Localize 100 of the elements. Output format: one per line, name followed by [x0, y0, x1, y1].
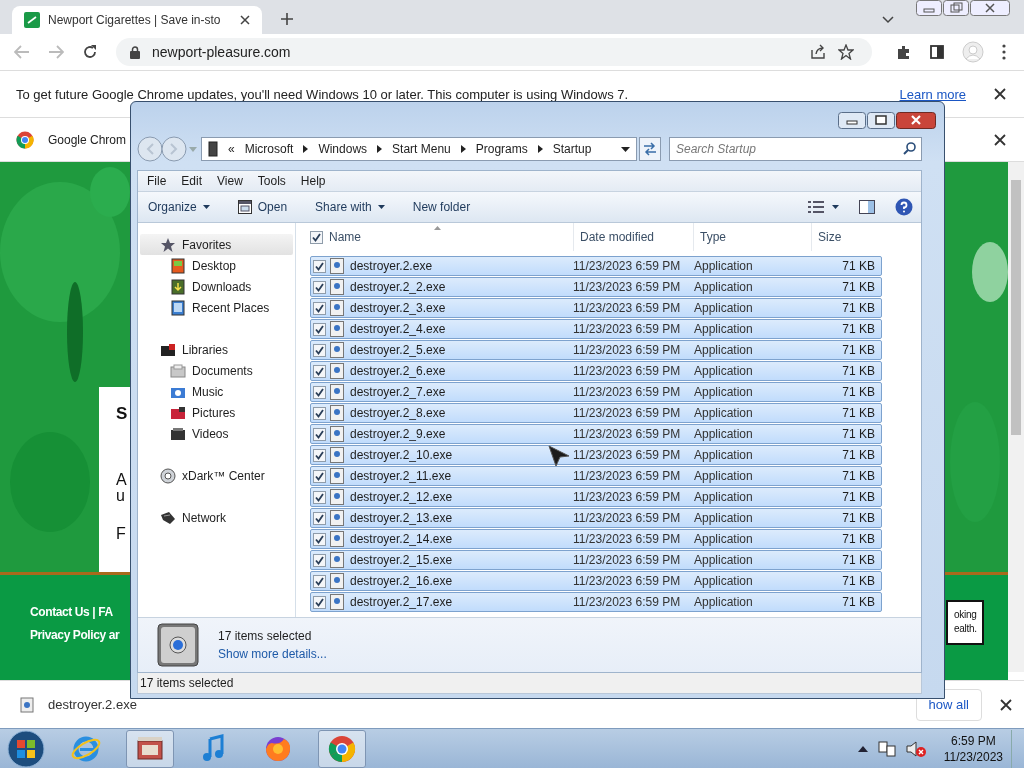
column-header[interactable]: Size [812, 223, 876, 251]
checkbox[interactable] [313, 385, 326, 399]
start-orb-icon[interactable] [6, 728, 46, 768]
close-icon[interactable] [240, 15, 250, 25]
view-list-icon[interactable] [808, 201, 824, 213]
file-row[interactable]: destroyer.2_10.exe 11/23/2023 6:59 PM Application 71 KB [310, 445, 882, 465]
file-row[interactable]: destroyer.2_13.exe 11/23/2023 6:59 PM Application 71 KB [310, 508, 882, 528]
share-icon[interactable] [810, 44, 826, 60]
file-row[interactable]: destroyer.2_12.exe 11/23/2023 6:59 PM Application 71 KB [310, 487, 882, 507]
nav-item[interactable]: Libraries [140, 339, 293, 360]
breadcrumb-item[interactable]: Windows [318, 142, 368, 156]
chevron-right-icon[interactable] [537, 145, 543, 153]
toolbar-button[interactable]: Open [237, 200, 288, 214]
more-icon[interactable] [1002, 44, 1006, 60]
breadcrumb-item[interactable]: Microsoft [244, 142, 294, 156]
footer-link[interactable]: Contact Us | FA [30, 605, 113, 619]
checkbox[interactable] [313, 532, 326, 546]
column-header[interactable]: Name [329, 230, 361, 244]
breadcrumb-item[interactable]: Start Menu [392, 142, 451, 156]
checkbox[interactable] [313, 553, 326, 567]
file-row[interactable]: destroyer.2.exe 11/23/2023 6:59 PM Application 71 KB [310, 256, 882, 276]
file-row[interactable]: destroyer.2_15.exe 11/23/2023 6:59 PM Application 71 KB [310, 550, 882, 570]
learn-more-link[interactable]: Learn more [899, 86, 966, 102]
checkbox[interactable] [313, 511, 326, 525]
nav-item[interactable]: xDark™ Center [140, 465, 293, 486]
chevron-down-icon[interactable] [882, 16, 894, 24]
file-row[interactable]: destroyer.2_2.exe 11/23/2023 6:59 PM Application 71 KB [310, 277, 882, 297]
nav-item[interactable]: Music [140, 381, 293, 402]
close-icon[interactable] [994, 88, 1006, 100]
caret-icon[interactable] [832, 205, 839, 209]
network-icon[interactable] [877, 739, 896, 758]
address-bar[interactable]: newport-pleasure.com [116, 38, 872, 66]
menu-item[interactable]: Edit [181, 174, 203, 188]
menu-item[interactable]: File [147, 174, 167, 188]
chevron-right-icon[interactable] [377, 145, 383, 153]
address-bar[interactable]: « Microsoft Windows Start Menu Programs Startup [201, 137, 637, 161]
checkbox[interactable] [313, 364, 326, 378]
restore-icon[interactable] [943, 0, 969, 16]
footer-link[interactable]: Privacy Policy ar [30, 628, 120, 642]
file-row[interactable]: destroyer.2_9.exe 11/23/2023 6:59 PM Application 71 KB [310, 424, 882, 444]
checkbox[interactable] [313, 322, 326, 336]
file-row[interactable]: destroyer.2_4.exe 11/23/2023 6:59 PM Application 71 KB [310, 319, 882, 339]
file-row[interactable]: destroyer.2_6.exe 11/23/2023 6:59 PM Application 71 KB [310, 361, 882, 381]
preview-pane-icon[interactable] [859, 200, 875, 214]
file-row[interactable]: destroyer.2_3.exe 11/23/2023 6:59 PM Application 71 KB [310, 298, 882, 318]
close-icon[interactable] [970, 0, 1010, 16]
minimize-icon[interactable] [838, 112, 866, 129]
browser-tab[interactable]: Newport Cigarettes | Save in-sto [12, 6, 262, 34]
nav-item[interactable]: Pictures [140, 402, 293, 423]
checkbox[interactable] [313, 343, 326, 357]
nav-item[interactable]: Downloads [140, 276, 293, 297]
side-panel-icon[interactable] [930, 45, 944, 59]
taskbar-button[interactable] [318, 729, 366, 768]
breadcrumb-item[interactable]: Startup [552, 142, 592, 156]
search-icon[interactable] [903, 142, 916, 155]
chevron-right-icon[interactable] [460, 145, 466, 153]
file-row[interactable]: destroyer.2_17.exe 11/23/2023 6:59 PM Application 71 KB [310, 592, 882, 612]
menu-item[interactable]: View [217, 174, 243, 188]
file-row[interactable]: destroyer.2_5.exe 11/23/2023 6:59 PM Application 71 KB [310, 340, 882, 360]
show-details-link[interactable]: Show more details... [218, 647, 327, 661]
file-row[interactable]: destroyer.2_8.exe 11/23/2023 6:59 PM Application 71 KB [310, 403, 882, 423]
select-all-checkbox[interactable] [310, 230, 323, 244]
checkbox[interactable] [313, 301, 326, 315]
checkbox[interactable] [313, 595, 326, 609]
file-row[interactable]: destroyer.2_16.exe 11/23/2023 6:59 PM Application 71 KB [310, 571, 882, 591]
checkbox[interactable] [313, 259, 326, 273]
minimize-icon[interactable] [916, 0, 942, 16]
toolbar-button[interactable]: Organize [148, 200, 210, 214]
menu-item[interactable]: Tools [257, 174, 286, 188]
dropdown-arrow-icon[interactable] [621, 146, 630, 152]
breadcrumb-overflow[interactable]: « [228, 142, 235, 156]
taskbar-button[interactable] [126, 729, 174, 768]
file-row[interactable]: destroyer.2_7.exe 11/23/2023 6:59 PM Application 71 KB [310, 382, 882, 402]
checkbox[interactable] [313, 427, 326, 441]
download-item[interactable]: destroyer.2.exe [20, 696, 137, 713]
nav-item[interactable]: Documents [140, 360, 293, 381]
checkbox[interactable] [313, 574, 326, 588]
checkbox[interactable] [313, 490, 326, 504]
refresh-icon[interactable] [639, 137, 661, 161]
maximize-icon[interactable] [867, 112, 895, 129]
close-icon[interactable] [1000, 698, 1012, 711]
toolbar-button[interactable]: New folder [412, 200, 471, 214]
checkbox[interactable] [313, 406, 326, 420]
new-tab-icon[interactable] [280, 12, 294, 26]
help-icon[interactable] [895, 198, 913, 216]
column-header[interactable]: Type [694, 223, 812, 251]
checkbox[interactable] [313, 469, 326, 483]
scroll-thumb[interactable] [1011, 180, 1021, 435]
muted-speaker-icon[interactable] [905, 739, 926, 758]
checkbox[interactable] [313, 448, 326, 462]
star-icon[interactable] [838, 44, 854, 60]
close-icon[interactable] [896, 112, 936, 129]
column-header[interactable]: Date modified [574, 223, 694, 251]
tray-arrow-icon[interactable] [857, 745, 868, 752]
puzzle-icon[interactable] [896, 44, 912, 60]
breadcrumb-item[interactable]: Programs [475, 142, 528, 156]
nav-item[interactable]: Recent Places [140, 297, 293, 318]
checkbox[interactable] [313, 280, 326, 294]
file-row[interactable]: destroyer.2_14.exe 11/23/2023 6:59 PM Application 71 KB [310, 529, 882, 549]
reload-icon[interactable] [82, 44, 98, 60]
